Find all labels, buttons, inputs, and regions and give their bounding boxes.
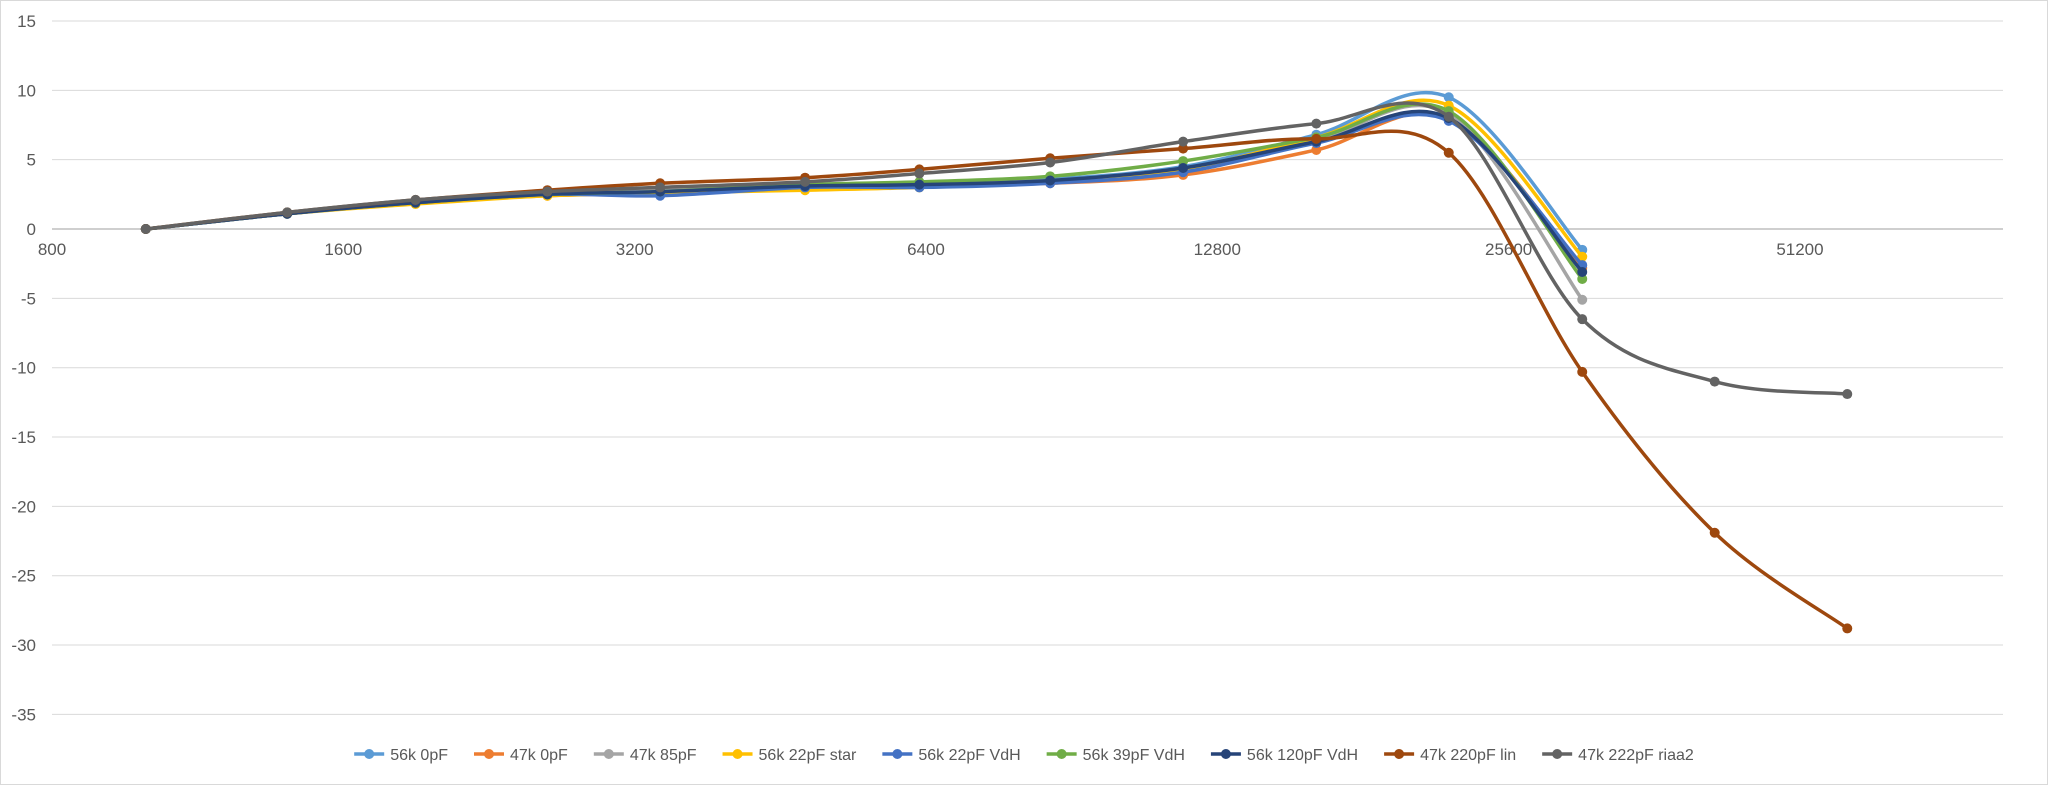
data-point <box>1577 314 1588 325</box>
data-point <box>914 179 925 190</box>
data-point <box>282 207 293 218</box>
data-point <box>655 182 666 193</box>
legend-marker <box>1394 749 1405 759</box>
legend-label: 47k 85pF <box>630 747 697 764</box>
series-8 <box>140 101 1853 400</box>
y-axis-tick-labels: 15 10 5 0 -5 -10 -15 -20 -25 -30 -35 <box>11 12 36 724</box>
data-point <box>410 194 421 205</box>
legend-item: 56k 39pF VdH <box>1046 747 1185 764</box>
data-point <box>1045 175 1056 186</box>
data-point <box>140 224 151 235</box>
data-point <box>1577 267 1588 278</box>
y-tick-label: -25 <box>11 567 36 586</box>
data-point <box>1842 389 1853 400</box>
legend-item: 47k 85pF <box>593 747 697 764</box>
legend-item: 56k 22pF VdH <box>882 747 1021 764</box>
data-point <box>1842 623 1853 634</box>
legend-label: 47k 222pF riaa2 <box>1578 747 1694 764</box>
y-tick-label: 0 <box>27 220 36 239</box>
x-tick-label: 1600 <box>324 240 362 259</box>
data-point <box>800 176 811 187</box>
line-chart: 15 10 5 0 -5 -10 -15 -20 -25 -30 -35 800 1600 3200 64… <box>11 12 2003 764</box>
y-tick-label: -20 <box>11 497 36 516</box>
data-point <box>1709 527 1720 538</box>
y-tick-label: -10 <box>11 359 36 378</box>
series-line <box>145 101 1848 396</box>
legend-item: 47k 222pF riaa2 <box>1542 747 1694 764</box>
data-point <box>1577 294 1588 305</box>
data-point <box>1178 163 1189 173</box>
y-tick-label: -35 <box>11 705 36 724</box>
legend-item: 56k 0pF <box>354 747 448 764</box>
y-tick-label: 10 <box>17 81 36 100</box>
legend-label: 56k 22pF star <box>759 747 858 764</box>
legend: 56k 0pF 47k 0pF 47k 85pF 56k 22pF star 56k 2… <box>354 747 1694 764</box>
y-tick-label: 5 <box>27 151 36 170</box>
legend-marker <box>1220 749 1231 759</box>
legend-marker <box>364 749 375 759</box>
legend-marker <box>484 749 494 759</box>
x-tick-label: 12800 <box>1194 240 1241 259</box>
legend-item: 56k 22pF star <box>722 747 858 764</box>
data-point <box>1443 111 1454 122</box>
data-point <box>1709 376 1720 387</box>
legend-label: 56k 0pF <box>390 747 448 764</box>
legend-marker <box>892 749 903 759</box>
gridlines <box>52 20 2003 715</box>
legend-label: 56k 39pF VdH <box>1083 747 1185 764</box>
legend-marker <box>1056 749 1067 759</box>
data-point <box>1311 118 1322 129</box>
data-point <box>1443 147 1454 158</box>
data-point <box>1178 136 1189 147</box>
data-point <box>1577 366 1588 377</box>
x-tick-label: 800 <box>38 240 66 259</box>
y-tick-label: 15 <box>17 12 36 31</box>
data-point <box>1045 157 1056 168</box>
y-tick-label: -15 <box>11 428 36 447</box>
legend-label: 56k 22pF VdH <box>918 747 1020 764</box>
legend-label: 47k 0pF <box>510 747 568 764</box>
legend-item: 56k 120pF VdH <box>1210 747 1358 764</box>
x-tick-label: 3200 <box>616 240 654 259</box>
legend-item: 47k 220pF lin <box>1384 747 1516 764</box>
legend-label: 47k 220pF lin <box>1420 747 1516 764</box>
legend-marker <box>603 749 614 759</box>
y-tick-label: -5 <box>21 289 36 308</box>
data-point <box>542 186 553 197</box>
legend-marker <box>1552 749 1563 759</box>
x-tick-label: 6400 <box>907 240 945 259</box>
data-point <box>914 168 925 179</box>
legend-label: 56k 120pF VdH <box>1247 747 1358 764</box>
legend-marker <box>732 749 743 759</box>
series-group <box>140 90 1853 634</box>
legend-item: 47k 0pF <box>474 747 568 764</box>
data-point <box>1311 133 1322 144</box>
y-tick-label: -30 <box>11 636 36 655</box>
x-tick-label: 51200 <box>1776 240 1823 259</box>
